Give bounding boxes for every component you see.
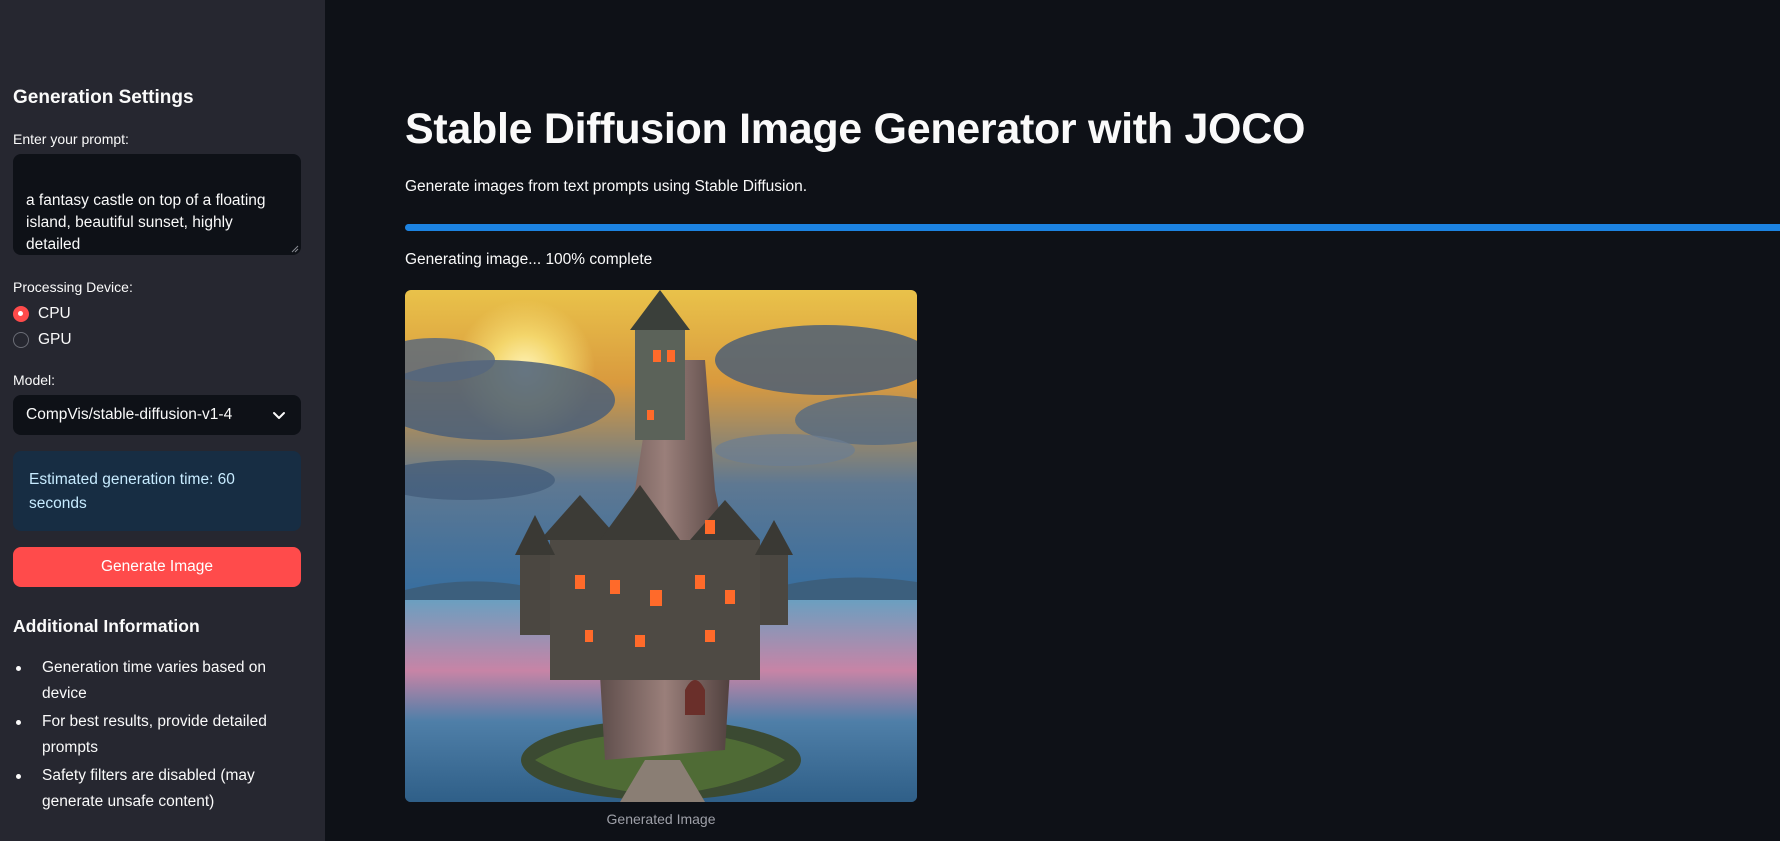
sidebar-title: Generation Settings (13, 87, 194, 108)
model-select[interactable]: CompVis/stable-diffusion-v1-4 (13, 395, 301, 435)
radio-cpu[interactable]: CPU (13, 305, 71, 323)
prompt-textarea[interactable]: a fantasy castle on top of a floating is… (13, 154, 301, 255)
radio-unselected-icon[interactable] (13, 332, 29, 348)
progress-status: Generating image... 100% complete (405, 251, 653, 268)
progress-bar (405, 224, 1780, 231)
list-item: For best results, provide detailed promp… (13, 709, 303, 761)
chevron-down-icon (273, 412, 285, 419)
page-title: Stable Diffusion Image Generator with JO… (405, 105, 1306, 153)
main-content: Stable Diffusion Image Generator with JO… (325, 0, 1780, 841)
list-item: Generation time varies based on device (13, 655, 303, 707)
device-label: Processing Device: (13, 279, 133, 295)
radio-selected-icon[interactable] (13, 306, 29, 322)
additional-info-list: Generation time varies based on device F… (13, 655, 303, 817)
generate-image-button[interactable]: Generate Image (13, 547, 301, 587)
model-label: Model: (13, 372, 56, 388)
progress-fill (405, 224, 1780, 231)
page-subtitle: Generate images from text prompts using … (405, 178, 808, 195)
estimate-info-box: Estimated generation time: 60 seconds (13, 451, 301, 531)
prompt-label: Enter your prompt: (13, 131, 129, 147)
prompt-text: a fantasy castle on top of a floating is… (26, 192, 266, 253)
resize-grip-icon[interactable] (291, 245, 299, 253)
generated-image (405, 290, 917, 802)
model-select-value: CompVis/stable-diffusion-v1-4 (26, 406, 233, 423)
castle-image-illustration (405, 290, 917, 802)
estimate-text: Estimated generation time: 60 seconds (29, 471, 235, 512)
radio-gpu[interactable]: GPU (13, 331, 72, 349)
additional-info-heading: Additional Information (13, 616, 200, 636)
radio-label-cpu: CPU (38, 305, 71, 322)
list-item: Safety filters are disabled (may generat… (13, 763, 303, 815)
image-caption: Generated Image (606, 811, 716, 827)
sidebar: Generation Settings Enter your prompt: a… (0, 0, 325, 841)
radio-label-gpu: GPU (38, 331, 72, 348)
